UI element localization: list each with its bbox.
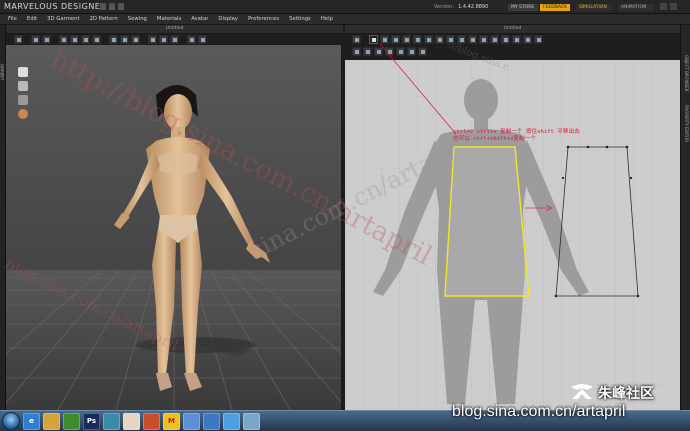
brand-name: 朱峰社区: [598, 386, 654, 402]
menu-bar: File Edit 3D Garment 2D Pattern Sewing M…: [0, 14, 690, 25]
segment-tool[interactable]: [120, 35, 129, 44]
annotation-line-2: 也可以 ctrl+shift+v复制一个: [453, 136, 536, 142]
button-tool[interactable]: [170, 35, 179, 44]
simulation-mode-button[interactable]: SIMULATION: [576, 4, 612, 11]
transform-tool[interactable]: [42, 35, 51, 44]
version-label: Version:: [434, 4, 455, 10]
animation-mode-button[interactable]: ANIMATION: [618, 4, 654, 11]
tack-tool[interactable]: [70, 35, 79, 44]
segment-sewing-tool[interactable]: [468, 35, 477, 44]
selected-pattern-piece[interactable]: [444, 146, 530, 297]
nvidia-icon[interactable]: [63, 412, 80, 430]
window-controls: [660, 3, 677, 10]
start-button[interactable]: [2, 412, 20, 430]
fabric-display-icon[interactable]: [18, 95, 28, 105]
free-sewing-tool[interactable]: [479, 35, 488, 44]
tool-icon[interactable]: [243, 412, 260, 430]
annotation-line-1: ctrl+c ctrl+v 复制一个 按住shift 平移出去: [453, 129, 580, 135]
zipper-tool[interactable]: [187, 35, 196, 44]
photoshop-icon[interactable]: Ps: [83, 412, 100, 430]
account-button[interactable]: MY STORE: [508, 4, 538, 11]
select-tool-2d[interactable]: [352, 47, 361, 56]
object-browser-tab[interactable]: OBJECT BROWSER: [684, 55, 689, 92]
fabric-tool[interactable]: [131, 35, 140, 44]
feedback-button[interactable]: FEEDBACK: [540, 4, 570, 11]
pin-tool[interactable]: [81, 35, 90, 44]
menu-2d-pattern[interactable]: 2D Pattern: [85, 14, 123, 24]
select-mesh-tool[interactable]: [14, 35, 23, 44]
chrome-icon[interactable]: [123, 412, 140, 430]
save-icon[interactable]: [100, 3, 106, 10]
3d-toolbar: [14, 35, 207, 44]
property-editor-tab[interactable]: PROPERTY EDITOR: [684, 105, 689, 142]
ie-icon[interactable]: e: [23, 412, 40, 430]
trim-tool[interactable]: [198, 35, 207, 44]
garment-display-icon[interactable]: [18, 81, 28, 91]
button-2d-tool[interactable]: [523, 35, 532, 44]
menu-materials[interactable]: Materials: [152, 14, 186, 24]
garment-fold-tool[interactable]: [59, 35, 68, 44]
show-avatar-tool[interactable]: [92, 35, 101, 44]
mail-icon[interactable]: [223, 412, 240, 430]
pleat-tool[interactable]: [512, 35, 521, 44]
annotation-text: ctrl+c ctrl+v 复制一个 按住shift 平移出去 也可以 ctrl…: [453, 129, 580, 143]
menu-display[interactable]: Display: [213, 14, 243, 24]
view2d-header: Untitled: [345, 25, 680, 34]
version-value: 1.4.42.8890: [458, 4, 489, 10]
title-bar: MARVELOUS DESIGNER 4 Version: 1.4.42.8890…: [0, 0, 690, 14]
annotation-leader: [379, 43, 457, 135]
menu-file[interactable]: File: [3, 14, 22, 24]
undo-icon[interactable]: [109, 3, 115, 10]
graphic-2d-tool[interactable]: [534, 35, 543, 44]
avatar-display-icon[interactable]: [18, 67, 28, 77]
maya-icon[interactable]: [103, 412, 120, 430]
menu-preferences[interactable]: Preferences: [243, 14, 284, 24]
menu-avatar[interactable]: Avatar: [186, 14, 213, 24]
minimize-button[interactable]: [660, 3, 667, 10]
3d-side-toolbar: [18, 67, 28, 119]
measure-tool[interactable]: [109, 35, 118, 44]
menu-edit[interactable]: Edit: [22, 14, 42, 24]
blog-url: blog.sina.com.cn/artapril: [452, 403, 626, 420]
edit-sewing-tool[interactable]: [490, 35, 499, 44]
library-tab-label: LIBRARY: [0, 63, 5, 80]
qq-icon[interactable]: [183, 412, 200, 430]
right-sidebar: OBJECT BROWSER PROPERTY EDITOR: [680, 25, 690, 410]
texture-edit-tool[interactable]: [501, 35, 510, 44]
brand-logo-icon: [571, 384, 593, 399]
menu-sewing[interactable]: Sewing: [123, 14, 152, 24]
select-move-tool[interactable]: [31, 35, 40, 44]
redo-icon[interactable]: [118, 3, 124, 10]
close-button[interactable]: [670, 3, 677, 10]
paint-icon[interactable]: [143, 412, 160, 430]
menu-settings[interactable]: Settings: [284, 14, 316, 24]
browser-icon[interactable]: [203, 412, 220, 430]
texture-tool[interactable]: [148, 35, 157, 44]
menu-3d-garment[interactable]: 3D Garment: [42, 14, 84, 24]
folder-icon[interactable]: [43, 412, 60, 430]
gmail-icon[interactable]: M: [163, 412, 180, 430]
app-title: MARVELOUS DESIGNER 4: [4, 2, 116, 11]
menu-help[interactable]: Help: [316, 14, 338, 24]
view3d-header: Untitled: [6, 25, 343, 34]
refresh-tool[interactable]: [352, 35, 361, 44]
graphic-tool[interactable]: [159, 35, 168, 44]
version-info: Version: 1.4.42.8890: [434, 4, 488, 10]
skin-display-icon[interactable]: [18, 109, 28, 119]
quick-access-toolbar: [100, 3, 124, 10]
